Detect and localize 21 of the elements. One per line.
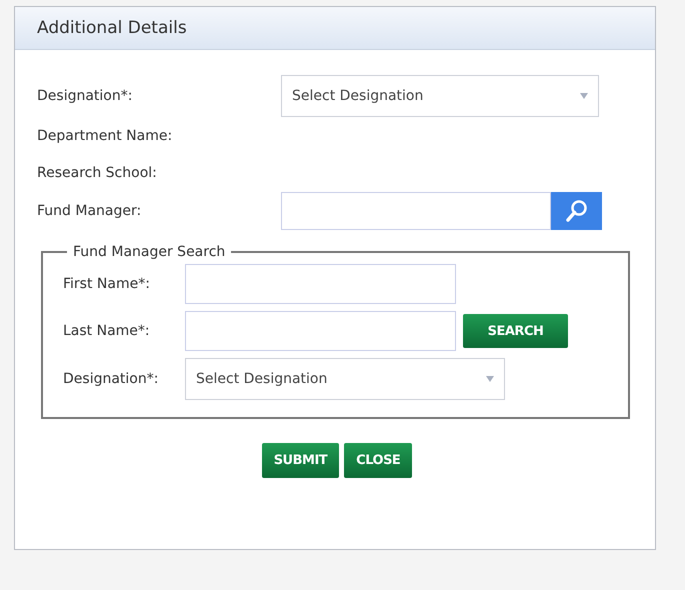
field-label: Research School: bbox=[37, 165, 158, 181]
search-button[interactable]: SEARCH bbox=[463, 314, 568, 348]
name-field[interactable] bbox=[185, 264, 456, 304]
field-label: Last Name*: bbox=[63, 323, 151, 339]
field-label: Fund Manager: bbox=[37, 203, 142, 219]
caret-icon bbox=[486, 376, 494, 382]
search-icon bbox=[566, 199, 588, 223]
field-label: Department Name: bbox=[37, 128, 174, 144]
search-button[interactable] bbox=[551, 192, 602, 230]
field-label: First Name*: bbox=[63, 276, 151, 292]
action-button[interactable]: CLOSE bbox=[344, 443, 412, 478]
designation-dropdown[interactable]: Select Designation bbox=[281, 75, 599, 117]
name-field[interactable] bbox=[185, 311, 456, 351]
dialog-title: Additional Details bbox=[37, 18, 187, 38]
field-label: Designation*: bbox=[63, 371, 160, 387]
caret-icon bbox=[580, 93, 588, 99]
field-label: Designation*: bbox=[37, 88, 134, 104]
group-legend: Fund Manager Search bbox=[67, 244, 232, 260]
action-button[interactable]: SUBMIT bbox=[262, 443, 340, 478]
fund-manager-field[interactable] bbox=[281, 192, 551, 230]
designation-dropdown[interactable]: Select Designation bbox=[185, 358, 505, 400]
